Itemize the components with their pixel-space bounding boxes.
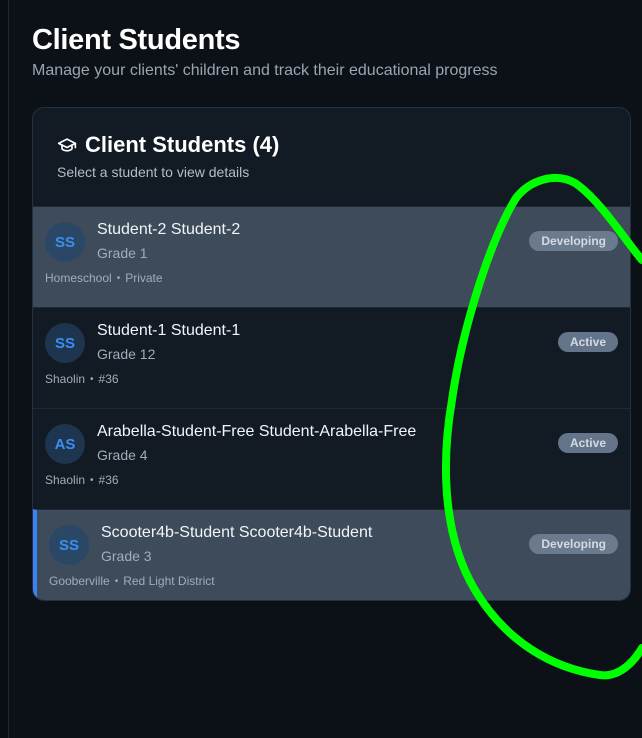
page-subtitle: Manage your clients' children and track … [32,62,498,79]
student-meta: Shaolin • #36 [45,372,119,386]
student-school: Shaolin [45,473,86,487]
student-row[interactable]: AS Arabella-Student-Free Student-Arabell… [33,408,630,509]
student-school: Homeschool [45,271,112,285]
student-detail: #36 [98,473,119,487]
student-detail: Private [125,271,163,285]
left-rail [0,0,9,738]
avatar: AS [45,424,85,464]
student-list: SS Student-2 Student-2 Grade 1 Homeschoo… [33,206,630,600]
client-students-card: Client Students (4) Select a student to … [32,107,631,601]
student-name: Arabella-Student-Free Student-Arabella-F… [97,423,417,440]
student-name: Student-1 Student-1 [97,322,241,339]
card-title-text: Client Students (4) [85,132,280,157]
separator-dot: • [116,272,121,284]
status-badge: Developing [529,534,618,554]
status-badge: Active [557,332,618,352]
student-meta: Shaolin • #36 [45,473,119,487]
avatar: SS [45,222,85,262]
student-row[interactable]: SS Student-1 Student-1 Grade 12 Shaolin … [33,307,630,408]
student-meta: Gooberville • Red Light District [49,574,215,588]
student-detail: #36 [98,372,119,386]
student-name: Student-2 Student-2 [97,221,241,238]
page-title: Client Students [32,24,241,56]
student-grade: Grade 12 [97,346,156,362]
avatar: SS [49,525,89,565]
student-school: Gooberville [49,574,110,588]
status-badge: Developing [529,231,618,251]
separator-dot: • [90,474,94,486]
status-badge: Active [557,433,618,453]
student-grade: Grade 4 [97,447,148,463]
student-row[interactable]: SS Scooter4b-Student Scooter4b-Student G… [33,509,630,600]
student-grade: Grade 1 [97,245,148,261]
student-grade: Grade 3 [101,548,152,564]
card-header: Client Students (4) Select a student to … [33,108,630,206]
separator-dot: • [114,575,119,587]
student-name: Scooter4b-Student Scooter4b-Student [101,524,373,541]
student-row[interactable]: SS Student-2 Student-2 Grade 1 Homeschoo… [33,206,630,307]
avatar: SS [45,323,85,363]
student-school: Shaolin [45,372,86,386]
graduation-cap-icon [57,135,77,155]
separator-dot: • [90,373,94,385]
student-detail: Red Light District [123,574,215,588]
card-description: Select a student to view details [57,164,250,180]
card-title: Client Students (4) [57,132,279,158]
student-meta: Homeschool • Private [45,271,163,285]
